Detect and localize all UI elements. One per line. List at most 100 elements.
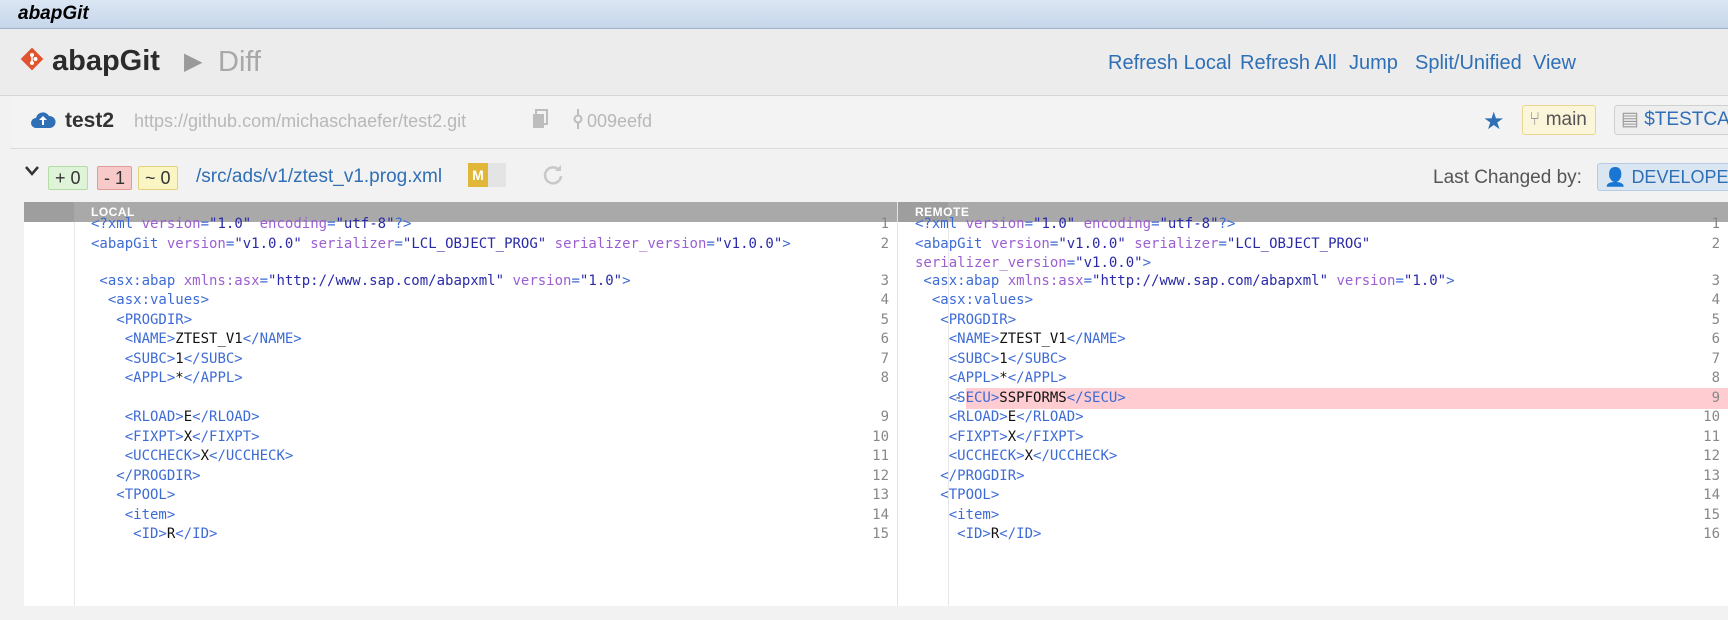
code-line[interactable]: <asx:values> bbox=[91, 292, 209, 308]
repo-name[interactable]: test2 bbox=[65, 109, 114, 133]
code-line[interactable]: <item> bbox=[915, 507, 1000, 523]
code-token: xmlns:asx bbox=[183, 273, 260, 289]
code-line[interactable]: <abapGit version="v1.0.0" serializer="LC… bbox=[915, 236, 1370, 252]
code-token: <APPL> bbox=[915, 370, 1000, 386]
code-token: = bbox=[1083, 273, 1093, 289]
code-line[interactable]: <NAME>ZTEST_V1</NAME> bbox=[915, 331, 1126, 347]
line-number: 14 bbox=[1703, 487, 1720, 503]
code-line[interactable]: <RLOAD>E</RLOAD> bbox=[915, 409, 1084, 425]
code-token: 1 bbox=[175, 351, 184, 367]
view-menu-link[interactable]: View bbox=[1533, 52, 1576, 75]
branch-badge[interactable]: ⑂ main bbox=[1522, 105, 1596, 135]
code-token: <ID> bbox=[91, 526, 167, 542]
code-token: </APPL> bbox=[1007, 370, 1067, 386]
code-token: > bbox=[782, 236, 791, 252]
code-token: </PROGDIR> bbox=[915, 468, 1025, 484]
code-line[interactable]: <FIXPT>X</FIXPT> bbox=[915, 429, 1084, 445]
repo-url[interactable]: https://github.com/michaschaefer/test2.g… bbox=[134, 111, 466, 132]
line-number: 1 bbox=[1711, 216, 1720, 232]
page-header: abapGit ▶ Diff Refresh Local Refresh All… bbox=[0, 29, 1728, 96]
split-unified-link[interactable]: Split/Unified bbox=[1415, 52, 1522, 75]
code-line[interactable]: <PROGDIR> bbox=[915, 312, 1016, 328]
code-line[interactable]: <UCCHECK>X</UCCHECK> bbox=[91, 448, 294, 464]
code-token: <PROGDIR> bbox=[91, 312, 193, 328]
code-line[interactable]: <PROGDIR> bbox=[91, 312, 192, 328]
code-token: "1.0" bbox=[579, 273, 623, 289]
line-number: 9 bbox=[1711, 390, 1720, 406]
code-token: "v1.0.0" bbox=[234, 236, 302, 252]
code-token: </PROGDIR> bbox=[91, 468, 201, 484]
code-token: = bbox=[327, 216, 336, 232]
app-name[interactable]: abapGit bbox=[52, 45, 160, 78]
code-token: ZTEST_V1 bbox=[999, 331, 1067, 347]
code-line[interactable]: <FIXPT>X</FIXPT> bbox=[91, 429, 260, 445]
refresh-all-link[interactable]: Refresh All bbox=[1240, 52, 1337, 75]
code-line[interactable]: </PROGDIR> bbox=[915, 468, 1025, 484]
code-line[interactable]: <RLOAD>E</RLOAD> bbox=[91, 409, 260, 425]
user-icon: 👤 bbox=[1604, 167, 1627, 187]
code-token: "LCL_OBJECT_PROG" bbox=[402, 236, 547, 252]
code-line[interactable]: <asx:abap xmlns:asx="http://www.sap.com/… bbox=[915, 273, 1454, 289]
code-token: "1.0" bbox=[1033, 216, 1076, 232]
deleted-count-badge: - 1 bbox=[97, 166, 133, 190]
code-token: X bbox=[1007, 429, 1017, 445]
line-number: 12 bbox=[1703, 448, 1720, 464]
chevron-down-icon[interactable] bbox=[24, 163, 40, 179]
code-token: <item> bbox=[915, 507, 1000, 523]
user-badge[interactable]: 👤 DEVELOPER bbox=[1597, 163, 1728, 191]
code-line[interactable]: <?xml version="1.0" encoding="utf-8"?> bbox=[915, 216, 1235, 232]
commit-hash[interactable]: 009eefd bbox=[587, 111, 652, 132]
code-token: 1 bbox=[999, 351, 1008, 367]
line-number: 10 bbox=[872, 429, 889, 445]
code-line[interactable]: <abapGit version="v1.0.0" serializer="LC… bbox=[91, 236, 791, 252]
code-line[interactable]: <SECU>SSPFORMS</SECU> bbox=[915, 390, 1126, 406]
code-token: serializer bbox=[1134, 236, 1219, 252]
diff-view: LOCAL 1 <?xml version="1.0" encoding="utf… bbox=[24, 202, 1728, 606]
copy-icon[interactable] bbox=[532, 109, 548, 129]
line-number: 11 bbox=[1703, 429, 1720, 445]
code-token: </UCCHECK> bbox=[1033, 448, 1118, 464]
code-token: <ID> bbox=[915, 526, 991, 542]
code-line[interactable]: <?xml version="1.0" encoding="utf-8"?> bbox=[91, 216, 411, 232]
code-line[interactable]: <SUBC>1</SUBC> bbox=[915, 351, 1067, 367]
code-line[interactable]: <asx:values> bbox=[915, 292, 1033, 308]
jump-link[interactable]: Jump bbox=[1349, 52, 1398, 75]
code-line[interactable]: <ID>R</ID> bbox=[91, 526, 217, 542]
code-token: <abapGit bbox=[915, 236, 991, 252]
code-line[interactable]: </PROGDIR> bbox=[91, 468, 201, 484]
line-number: 8 bbox=[1711, 370, 1720, 386]
code-line[interactable]: <item> bbox=[91, 507, 176, 523]
code-line[interactable]: <UCCHECK>X</UCCHECK> bbox=[915, 448, 1118, 464]
file-path-link[interactable]: /src/ads/v1/ztest_v1.prog.xml bbox=[196, 166, 442, 188]
line-number: 11 bbox=[872, 448, 889, 464]
code-token: <UCCHECK> bbox=[91, 448, 201, 464]
code-token: "http://www.sap.com/abapxml" bbox=[1092, 273, 1329, 289]
code-line[interactable]: <SUBC>1</SUBC> bbox=[91, 351, 243, 367]
local-pane[interactable]: LOCAL 1 <?xml version="1.0" encoding="utf… bbox=[24, 202, 898, 606]
line-number: 3 bbox=[880, 273, 889, 289]
code-line[interactable]: <ID>R</ID> bbox=[915, 526, 1041, 542]
code-line[interactable]: <APPL>*</APPL> bbox=[91, 370, 243, 386]
line-number: 5 bbox=[880, 312, 889, 328]
favorite-star-icon[interactable]: ★ bbox=[1483, 107, 1505, 136]
code-line[interactable]: <NAME>ZTEST_V1</NAME> bbox=[91, 331, 302, 347]
code-token: <APPL> bbox=[91, 370, 176, 386]
package-badge[interactable]: ▤ $TESTCA bbox=[1614, 105, 1728, 135]
code-line[interactable]: <TPOOL> bbox=[91, 487, 175, 503]
code-line[interactable]: <asx:abap xmlns:asx="http://www.sap.com/… bbox=[91, 273, 630, 289]
code-token: <?xml bbox=[91, 216, 142, 232]
code-line[interactable]: <TPOOL> bbox=[915, 487, 999, 503]
refresh-icon[interactable] bbox=[542, 164, 564, 186]
package-icon: ▤ bbox=[1621, 109, 1639, 130]
line-number: 15 bbox=[872, 526, 889, 542]
code-line[interactable]: <APPL>*</APPL> bbox=[915, 370, 1067, 386]
user-name: DEVELOPER bbox=[1631, 167, 1728, 187]
code-token: version bbox=[990, 236, 1050, 252]
code-token: version bbox=[166, 236, 226, 252]
remote-pane[interactable]: REMOTE 1 <?xml version="1.0" encoding="ut… bbox=[898, 202, 1728, 606]
code-line[interactable]: serializer_version="v1.0.0"> bbox=[915, 255, 1151, 271]
refresh-local-link[interactable]: Refresh Local bbox=[1108, 52, 1231, 75]
code-token: = bbox=[259, 273, 269, 289]
